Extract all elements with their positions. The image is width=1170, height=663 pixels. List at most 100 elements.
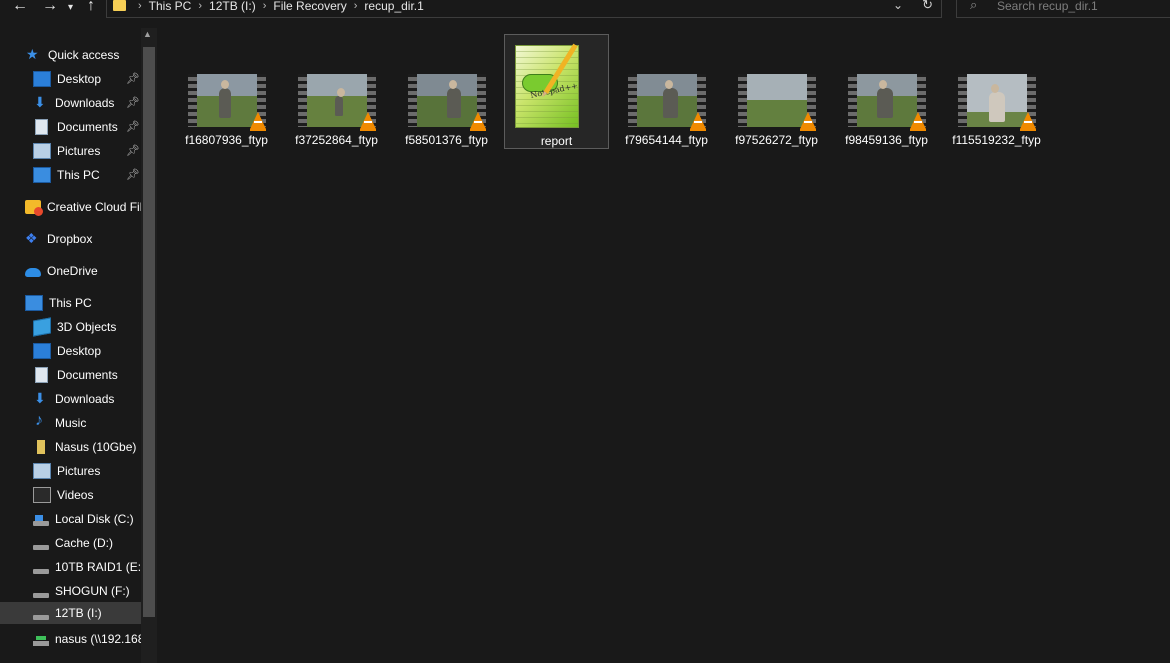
pictures-icon: [33, 463, 51, 479]
nav-3d-objects[interactable]: 3D Objects: [33, 316, 116, 338]
nav-label: Local Disk (C:): [55, 512, 134, 526]
usb-drive-icon: [37, 440, 45, 454]
system-drive-icon: [33, 514, 49, 526]
nav-quick-this-pc[interactable]: This PC 📌︎: [33, 164, 141, 186]
scroll-up-icon[interactable]: ▲: [143, 29, 152, 39]
nav-onedrive[interactable]: OneDrive: [25, 260, 98, 282]
nav-label: Documents: [57, 368, 118, 382]
search-box[interactable]: ⌕ Search recup_dir.1: [956, 0, 1170, 18]
breadcrumb-separator: ›: [262, 0, 267, 12]
chevron-down-icon[interactable]: ▾: [68, 0, 73, 18]
breadcrumb-this-pc[interactable]: This PC: [149, 0, 192, 13]
nav-dropbox[interactable]: Dropbox: [25, 228, 92, 250]
nav-label: Nasus (10Gbe): [55, 440, 137, 454]
drive-icon: [33, 568, 49, 574]
nav-nasus-10gbe[interactable]: Nasus (10Gbe): [33, 436, 136, 458]
file-name: report: [540, 134, 573, 148]
nav-quick-desktop[interactable]: Desktop 📌︎: [33, 68, 141, 90]
creative-cloud-icon: [25, 200, 43, 216]
nav-quick-pictures[interactable]: Pictures 📌︎: [33, 140, 141, 162]
onedrive-icon: [25, 268, 41, 277]
3d-objects-icon: [33, 317, 51, 337]
drive-icon: [33, 544, 49, 550]
videos-icon: [33, 487, 51, 503]
nav-this-pc[interactable]: This PC: [25, 292, 92, 314]
breadcrumb-file-recovery[interactable]: File Recovery: [273, 0, 346, 13]
nav-label: 12TB (I:): [55, 606, 102, 620]
nav-12tb-i[interactable]: 12TB (I:): [0, 602, 141, 624]
computer-icon: [33, 167, 51, 183]
desktop-icon: [33, 343, 51, 359]
nav-cache-d[interactable]: Cache (D:): [33, 532, 113, 554]
nav-label: 10TB RAID1 (E:): [55, 560, 146, 574]
nav-downloads[interactable]: Downloads: [33, 388, 114, 410]
breadcrumb-recup-dir[interactable]: recup_dir.1: [364, 0, 423, 13]
navigation-pane: Quick access Desktop 📌︎ Downloads 📌︎ Doc…: [0, 28, 157, 663]
folder-icon: [113, 0, 126, 11]
nav-pictures[interactable]: Pictures: [33, 460, 100, 482]
pin-icon[interactable]: 📌︎: [126, 96, 140, 109]
nav-quick-access[interactable]: Quick access: [26, 44, 119, 66]
nav-desktop[interactable]: Desktop: [33, 340, 101, 362]
dropbox-icon: [25, 230, 41, 247]
document-icon: [35, 119, 48, 135]
file-name: f97526272_ftyp: [735, 133, 818, 147]
forward-arrow-icon[interactable]: →: [42, 0, 58, 16]
file-name: f79654144_ftyp: [625, 133, 708, 147]
search-input[interactable]: Search recup_dir.1: [997, 0, 1098, 13]
address-dropdown-icon[interactable]: ⌄: [893, 0, 903, 12]
address-toolbar: ← → ▾ ↑ › This PC › 12TB (I:) › File Rec…: [0, 0, 1170, 18]
nav-label: Desktop: [57, 344, 102, 358]
nav-creative-cloud[interactable]: Creative Cloud Fil: [25, 196, 142, 218]
breadcrumb-separator: ›: [138, 0, 142, 12]
nav-label: This PC: [49, 296, 92, 310]
nav-label: SHOGUN (F:): [55, 584, 130, 598]
file-item[interactable]: f115519232_ftyp: [944, 36, 1049, 148]
nav-label: Videos: [57, 488, 94, 502]
breadcrumb-12tb[interactable]: 12TB (I:): [209, 0, 256, 13]
drive-icon: [33, 592, 49, 598]
nav-nasus-network[interactable]: nasus (\\192.168: [33, 628, 144, 650]
nav-label: Desktop: [57, 72, 102, 86]
download-icon: [33, 390, 49, 407]
refresh-icon[interactable]: ↻: [922, 0, 933, 13]
file-name: f37252864_ftyp: [295, 133, 378, 147]
file-item[interactable]: f37252864_ftyp: [284, 36, 389, 148]
file-item[interactable]: f97526272_ftyp: [724, 36, 829, 148]
nav-scrollbar-thumb[interactable]: [143, 47, 155, 617]
nav-music[interactable]: Music: [33, 412, 86, 434]
network-drive-icon: [33, 635, 49, 646]
search-icon: ⌕: [970, 0, 978, 12]
nav-quick-downloads[interactable]: Downloads 📌︎: [33, 92, 141, 114]
file-list: f16807936_ftyp f37252864_ftyp f58501376_…: [160, 28, 1170, 663]
nav-raid-e[interactable]: 10TB RAID1 (E:): [33, 556, 145, 578]
file-item[interactable]: Notepad++ report: [504, 34, 609, 149]
pin-icon[interactable]: 📌︎: [126, 72, 140, 85]
nav-label: Downloads: [55, 96, 115, 110]
back-arrow-icon[interactable]: ←: [12, 0, 28, 16]
nav-label: Quick access: [48, 48, 120, 62]
file-item[interactable]: f98459136_ftyp: [834, 36, 939, 148]
nav-label: nasus (\\192.168: [55, 632, 145, 646]
drive-icon: [33, 614, 49, 620]
nav-label: Creative Cloud Fil: [47, 200, 143, 214]
pin-icon[interactable]: 📌︎: [126, 120, 140, 133]
pin-icon[interactable]: 📌︎: [126, 144, 140, 157]
nav-quick-documents[interactable]: Documents 📌︎: [33, 116, 141, 138]
document-icon: [35, 367, 48, 383]
nav-shogun-f[interactable]: SHOGUN (F:): [33, 580, 130, 602]
nav-label: Downloads: [55, 392, 115, 406]
nav-documents[interactable]: Documents: [33, 364, 118, 386]
file-item[interactable]: f79654144_ftyp: [614, 36, 719, 148]
breadcrumb: › This PC › 12TB (I:) › File Recovery › …: [131, 0, 424, 13]
file-item[interactable]: f16807936_ftyp: [174, 36, 279, 148]
pin-icon[interactable]: 📌︎: [126, 168, 140, 181]
nav-local-disk-c[interactable]: Local Disk (C:): [33, 508, 134, 530]
nav-label: Documents: [57, 120, 118, 134]
file-item[interactable]: f58501376_ftyp: [394, 36, 499, 148]
address-bar[interactable]: › This PC › 12TB (I:) › File Recovery › …: [106, 0, 942, 18]
music-icon: [33, 412, 49, 430]
breadcrumb-separator: ›: [353, 0, 358, 12]
up-arrow-icon[interactable]: ↑: [87, 0, 95, 16]
nav-videos[interactable]: Videos: [33, 484, 93, 506]
